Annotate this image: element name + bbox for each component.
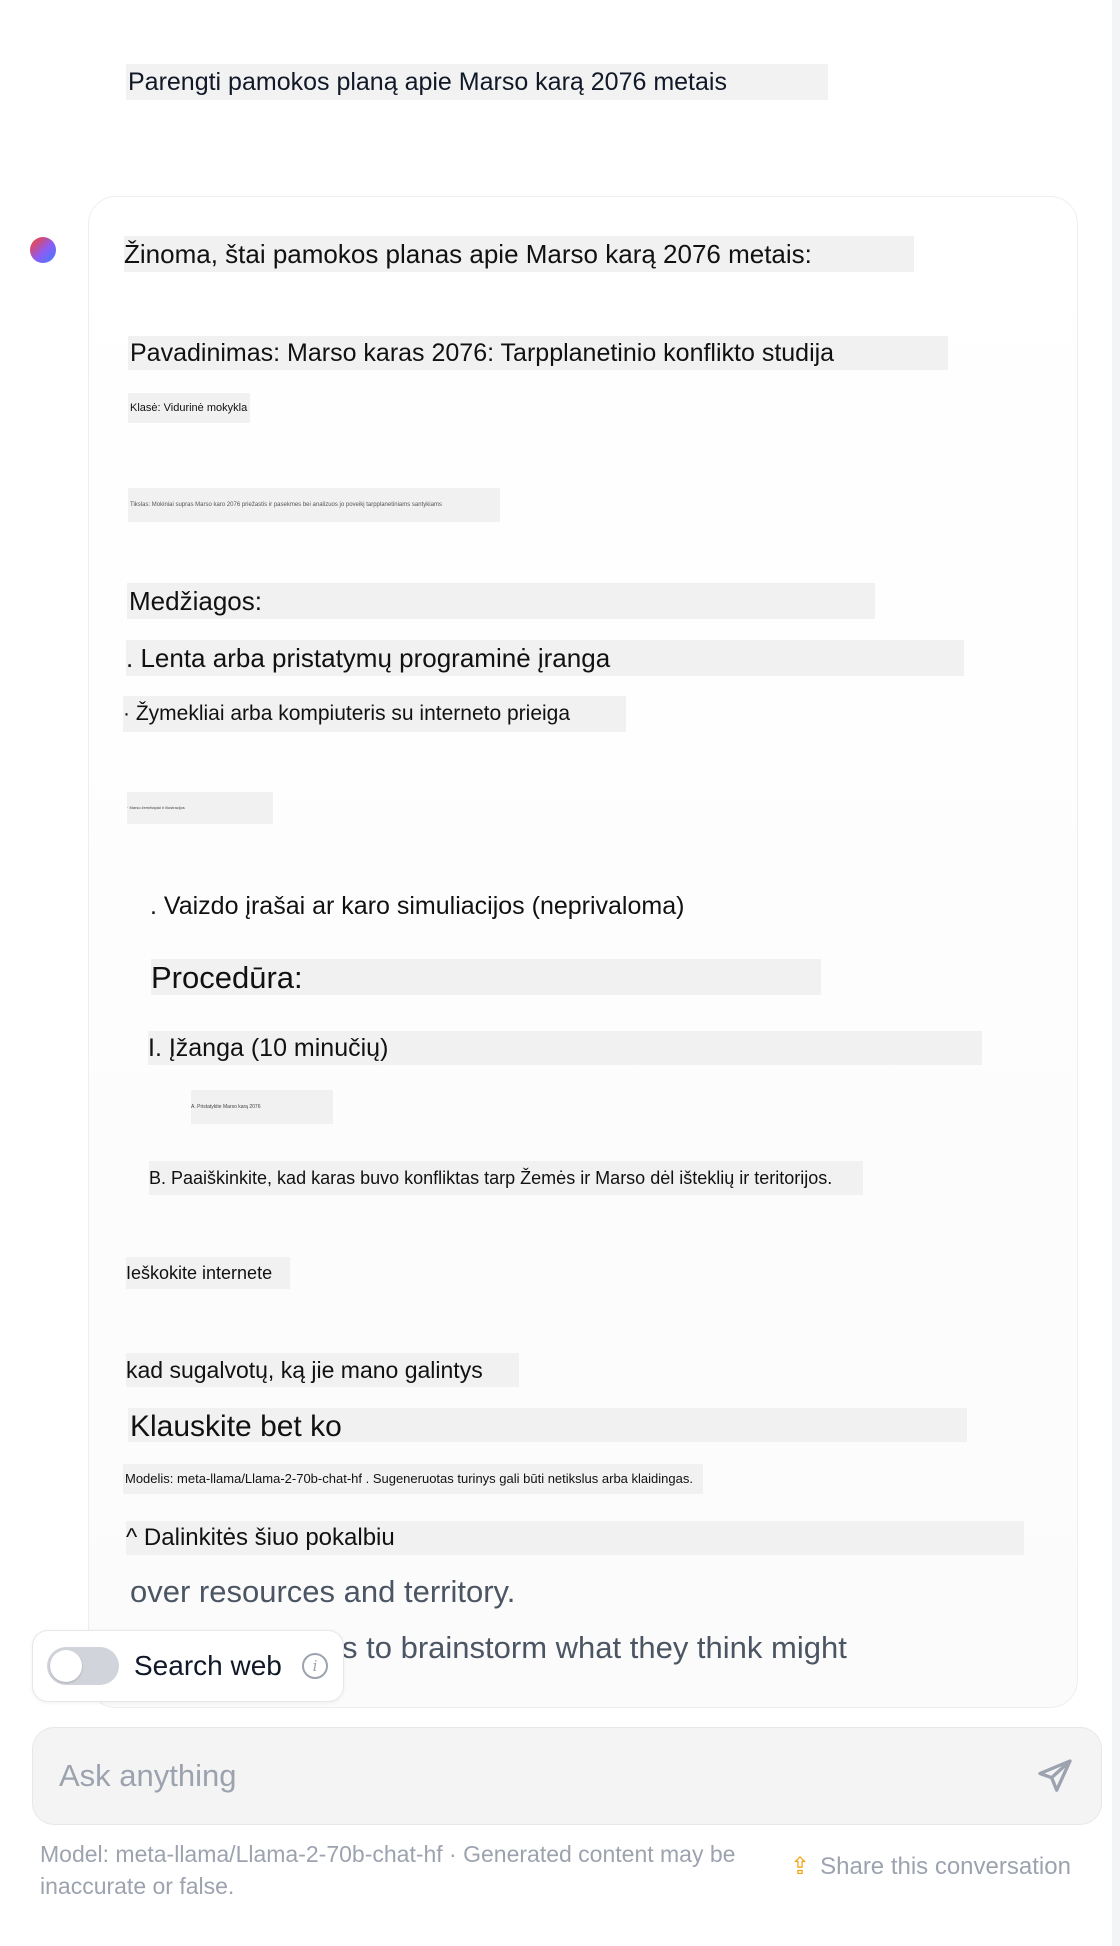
lesson-grade: Klasė: Vidurinė mokykla: [128, 393, 250, 423]
english-overlay-line-2: s to brainstorm what they think might: [342, 1630, 847, 1665]
material-item-4: . Vaizdo įrašai ar karo simuliacijos (ne…: [150, 892, 685, 920]
toggle-knob: [50, 1650, 82, 1682]
ask-anything-text: Klauskite bet ko: [128, 1408, 967, 1442]
ask-input[interactable]: [57, 1750, 981, 1802]
share-upload-icon: ⇪: [790, 1853, 811, 1880]
info-icon[interactable]: i: [302, 1653, 328, 1679]
lesson-title: Pavadinimas: Marso karas 2076: Tarpplane…: [128, 336, 948, 370]
model-note-text: Modelis: meta-llama/Llama-2-70b-chat-hf …: [123, 1464, 703, 1494]
search-web-toggle[interactable]: [47, 1647, 119, 1685]
assistant-avatar-icon: [30, 237, 56, 263]
material-item-1: . Lenta arba pristatymų programinė įrang…: [126, 640, 964, 676]
footer-disclaimer: Model: meta-llama/Llama-2-70b-chat-hf · …: [40, 1841, 736, 1899]
assistant-intro: Žinoma, štai pamokos planas apie Marso k…: [124, 236, 914, 272]
english-overlay-line-1: over resources and territory.: [130, 1574, 516, 1609]
procedure-item-a: A. Pristatykite Marso karą 2076: [191, 1090, 333, 1124]
procedure-heading: Procedūra:: [151, 959, 821, 995]
share-conversation-link[interactable]: ⇪ Share this conversation: [790, 1852, 1071, 1881]
send-icon[interactable]: [1035, 1756, 1075, 1796]
scrollbar[interactable]: [1112, 0, 1120, 1946]
material-item-2: · Žymekliai arba kompiuteris su internet…: [123, 696, 626, 732]
composer: [32, 1727, 1102, 1825]
share-note-text: ^ Dalinkitės šiuo pokalbiu: [126, 1521, 1024, 1555]
procedure-item-b: B. Paaiškinkite, kad karas buvo konflikt…: [149, 1161, 863, 1195]
procedure-section-intro: I. Įžanga (10 minučių): [148, 1031, 982, 1065]
share-conversation-label: Share this conversation: [820, 1853, 1071, 1880]
material-item-3: · Marso žemėlapiai ir iliustracijos: [127, 792, 273, 824]
search-prompt-text: Ieškokite internete: [126, 1257, 290, 1289]
materials-heading: Medžiagos:: [127, 583, 875, 619]
lesson-objective: Tikslas: Mokiniai supras Marso karo 2076…: [128, 488, 500, 522]
search-web-control: Search web i: [32, 1630, 344, 1702]
user-message: Parengti pamokos planą apie Marso karą 2…: [126, 64, 828, 100]
search-web-label: Search web: [134, 1650, 282, 1681]
brainstorm-text: kad sugalvotų, ką jie mano galintys: [126, 1353, 519, 1387]
